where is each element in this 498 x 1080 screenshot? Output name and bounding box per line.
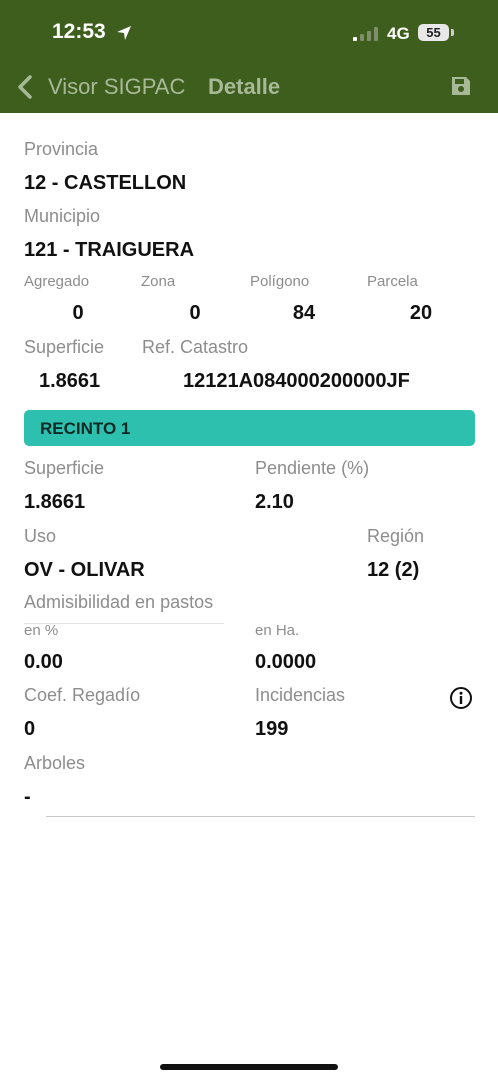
regadio-value: 0 — [24, 718, 36, 740]
parcela-value: 20 — [409, 302, 433, 324]
home-indicator[interactable] — [160, 1064, 338, 1070]
pendiente-label: Pendiente (%) — [255, 458, 370, 478]
superficie-value: 1.8661 — [39, 370, 101, 392]
status-time: 12:53 — [52, 20, 106, 43]
incidencias-label: Incidencias — [255, 685, 346, 705]
arboles-value: - — [24, 786, 31, 808]
floppy-disk-icon[interactable] — [450, 75, 472, 97]
municipio-value: 121 - TRAIGUERA — [24, 239, 195, 261]
recinto-superficie-value: 1.8661 — [24, 491, 86, 513]
superficie-label: Superficie — [24, 337, 105, 357]
location-arrow-icon — [117, 26, 131, 40]
ha-label: en Ha. — [255, 622, 300, 639]
ref-catastro-label: Ref. Catastro — [142, 337, 249, 357]
parcela-label: Parcela — [367, 273, 418, 290]
admisibilidad-label: Admisibilidad en pastos — [24, 592, 214, 612]
pct-label: en % — [24, 622, 59, 639]
signal-icon — [353, 27, 378, 41]
recinto-title: RECINTO 1 — [40, 419, 131, 438]
recinto-header: RECINTO 1 — [24, 410, 475, 446]
chevron-left-icon[interactable] — [14, 74, 36, 100]
uso-label: Uso — [24, 526, 57, 546]
incidencias-value: 199 — [255, 718, 289, 740]
zona-label: Zona — [141, 273, 176, 290]
divider — [24, 623, 224, 624]
back-button-label[interactable]: Visor SIGPAC — [48, 74, 185, 100]
region-label: Región — [367, 526, 425, 546]
recinto-superficie-label: Superficie — [24, 458, 105, 478]
arboles-underline — [46, 816, 475, 817]
battery-tip — [451, 29, 454, 36]
info-circle-icon[interactable] — [449, 686, 473, 710]
agregado-label: Agregado — [24, 273, 90, 290]
ha-value: 0.0000 — [255, 651, 317, 673]
page-title: Detalle — [208, 74, 281, 99]
region-value: 12 (2) — [367, 559, 420, 581]
uso-value: OV - OLIVAR — [24, 559, 145, 581]
arboles-label: Arboles — [24, 753, 86, 773]
app-header: 12:53 4G 55 Visor SIGPAC Detalle — [0, 0, 498, 113]
regadio-label: Coef. Regadío — [24, 685, 141, 705]
poligono-label: Polígono — [250, 273, 310, 290]
municipio-label: Municipio — [24, 206, 101, 226]
battery-indicator: 55 — [418, 24, 449, 41]
pct-value: 0.00 — [24, 651, 63, 673]
network-type: 4G — [387, 24, 410, 43]
zona-value: 0 — [189, 302, 201, 324]
agregado-value: 0 — [72, 302, 84, 324]
ref-catastro-value: 12121A084000200000JF — [183, 370, 410, 392]
poligono-value: 84 — [292, 302, 316, 324]
pendiente-value: 2.10 — [255, 491, 294, 513]
provincia-value: 12 - CASTELLON — [24, 172, 187, 194]
provincia-label: Provincia — [24, 139, 99, 159]
